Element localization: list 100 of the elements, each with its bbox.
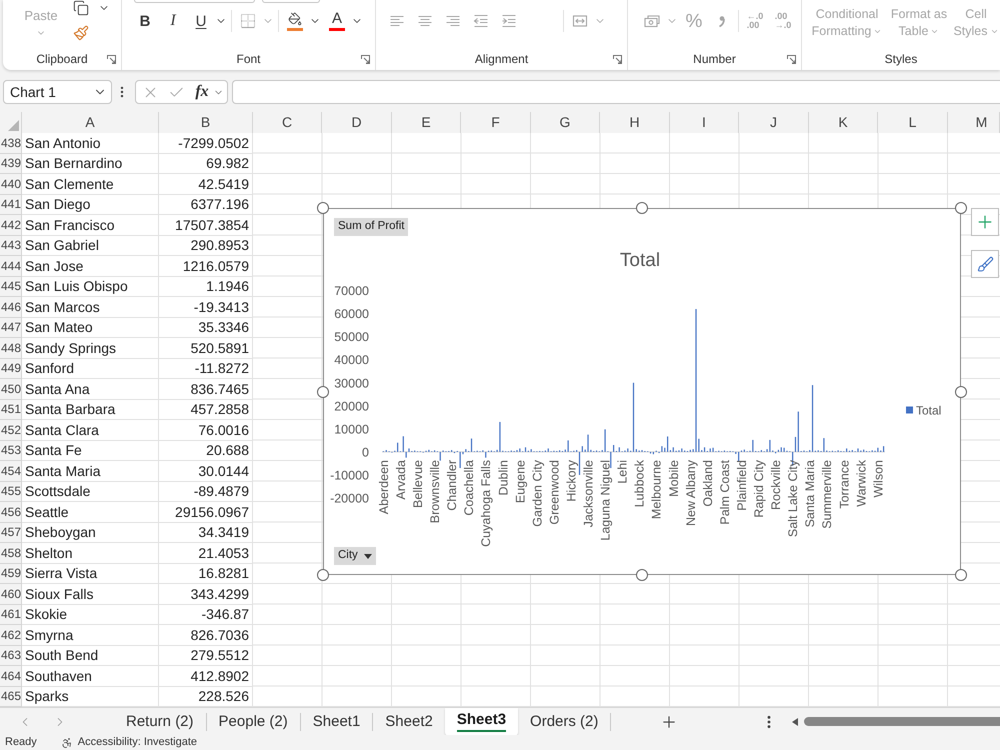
borders-icon (240, 13, 256, 29)
table-cell: 35.3346 (159, 318, 253, 338)
chart-styles-button[interactable] (971, 250, 999, 278)
row-header[interactable]: 447 (0, 318, 22, 338)
axis-label: Salt Lake City (786, 460, 800, 538)
sheet-tab[interactable]: People (2) (206, 708, 300, 736)
dialog-launcher-icon[interactable] (361, 54, 370, 64)
axis-label: Brownsville (428, 460, 442, 524)
table-cell: 30.0144 (159, 461, 253, 482)
table-cell: 17507.3854 (159, 215, 253, 236)
axis-label: -20000 (330, 492, 369, 506)
table-cell: Scottsdale (22, 482, 159, 502)
table-cell: San Mateo (22, 318, 159, 338)
chart-area[interactable] (323, 208, 961, 575)
table-cell: 279.5512 (159, 646, 253, 666)
formula-field[interactable] (232, 80, 1000, 104)
table-cell: Skokie (22, 604, 159, 625)
row-header[interactable]: 465 (0, 686, 22, 707)
row-header[interactable]: 456 (0, 502, 22, 522)
row-header[interactable]: 441 (0, 194, 22, 215)
name-box[interactable]: Chart 1 (3, 80, 112, 104)
group-label: Font (236, 53, 260, 65)
sheet-tab[interactable]: Sheet1 (300, 708, 372, 736)
table-cell: Sanford (22, 358, 159, 379)
axis-label: 10000 (334, 422, 369, 436)
dialog-launcher-icon[interactable] (613, 54, 622, 64)
accessibility-status[interactable]: Accessibility: Investigate (78, 737, 198, 748)
table-cell: 826.7036 (159, 625, 253, 646)
axis-label: 70000 (334, 284, 369, 298)
paint-bucket-icon (288, 12, 302, 26)
row-header[interactable]: 443 (0, 236, 22, 256)
row-header[interactable]: 453 (0, 440, 22, 461)
axis-label: Warwick (854, 460, 868, 507)
sheet-tab[interactable]: Orders (2) (518, 708, 610, 736)
row-header[interactable]: 462 (0, 625, 22, 646)
field-button[interactable]: City (334, 547, 376, 565)
row-header[interactable]: 446 (0, 297, 22, 318)
insert-function-button[interactable]: fx (191, 82, 213, 102)
row-header[interactable]: 442 (0, 215, 22, 236)
axis-label: Lehi (616, 460, 630, 484)
table-cell: Smyrna (22, 625, 159, 646)
axis-label: New Albany (684, 460, 698, 526)
row-header[interactable]: 445 (0, 276, 22, 297)
table-cell: San Marcos (22, 297, 159, 318)
table-cell: 836.7465 (159, 379, 253, 400)
format-painter-button[interactable] (72, 25, 90, 41)
row-header[interactable]: 440 (0, 174, 22, 194)
row-header[interactable]: 463 (0, 646, 22, 666)
table-cell: Sandy Springs (22, 338, 159, 358)
table-cell: San Clemente (22, 174, 159, 194)
font-color-button[interactable]: A (325, 9, 349, 33)
sheet-tab[interactable]: Sheet3 (444, 708, 518, 736)
row-header[interactable]: 459 (0, 564, 22, 584)
table-cell: Sparks (22, 686, 159, 707)
legend-label: Total (916, 404, 942, 418)
field-button[interactable]: Sum of Profit (334, 218, 408, 236)
caret-left-icon[interactable] (792, 718, 798, 726)
row-header[interactable]: 464 (0, 666, 22, 686)
sheet-tab[interactable]: Sheet2 (373, 708, 445, 736)
row-header[interactable]: 461 (0, 604, 22, 625)
row-header[interactable]: 450 (0, 379, 22, 400)
row-header[interactable]: 452 (0, 420, 22, 440)
row-header[interactable]: 454 (0, 461, 22, 482)
italic-button[interactable]: I (161, 9, 185, 33)
underline-button[interactable]: U (189, 9, 213, 33)
bold-button[interactable]: B (133, 9, 157, 33)
axis-label: Garden City (530, 460, 544, 527)
sheet-tab[interactable]: Return (2) (114, 708, 206, 736)
row-header[interactable]: 457 (0, 522, 22, 543)
chart-elements-button[interactable] (971, 208, 999, 236)
table-cell: Shelton (22, 543, 159, 564)
table-cell: Seattle (22, 502, 159, 522)
row-header[interactable]: 438 (0, 133, 22, 154)
table-cell: San Jose (22, 256, 159, 276)
triangle-icon (8, 120, 19, 131)
scrollbar-thumb[interactable] (804, 717, 1000, 726)
decrease-indent-icon (473, 13, 489, 29)
row-header[interactable]: 451 (0, 400, 22, 420)
axis-label: Wilson (871, 460, 886, 498)
table-cell: Sierra Vista (22, 564, 159, 584)
row-header[interactable]: 444 (0, 256, 22, 276)
axis-label: Eugene (513, 460, 528, 504)
accessibility-icon[interactable] (60, 736, 73, 748)
dialog-launcher-icon[interactable] (107, 54, 116, 64)
row-header[interactable]: 460 (0, 584, 22, 604)
table-cell: 76.0016 (159, 420, 253, 440)
table-cell: San Gabriel (22, 236, 159, 256)
table-cell: San Luis Obispo (22, 276, 159, 297)
dialog-launcher-icon[interactable] (787, 54, 796, 64)
axis-label: Palm Coast (718, 460, 732, 525)
banknote-icon (644, 13, 660, 29)
row-header[interactable]: 448 (0, 338, 22, 358)
axis-label: Dublin (496, 460, 510, 496)
row-header[interactable]: 449 (0, 358, 22, 379)
axis-label: 0 (362, 445, 369, 460)
axis-label: Plainfield (735, 460, 749, 511)
row-header[interactable]: 458 (0, 543, 22, 564)
row-header[interactable]: 455 (0, 482, 22, 502)
row-header[interactable]: 439 (0, 154, 22, 174)
copy-button[interactable] (72, 0, 90, 16)
